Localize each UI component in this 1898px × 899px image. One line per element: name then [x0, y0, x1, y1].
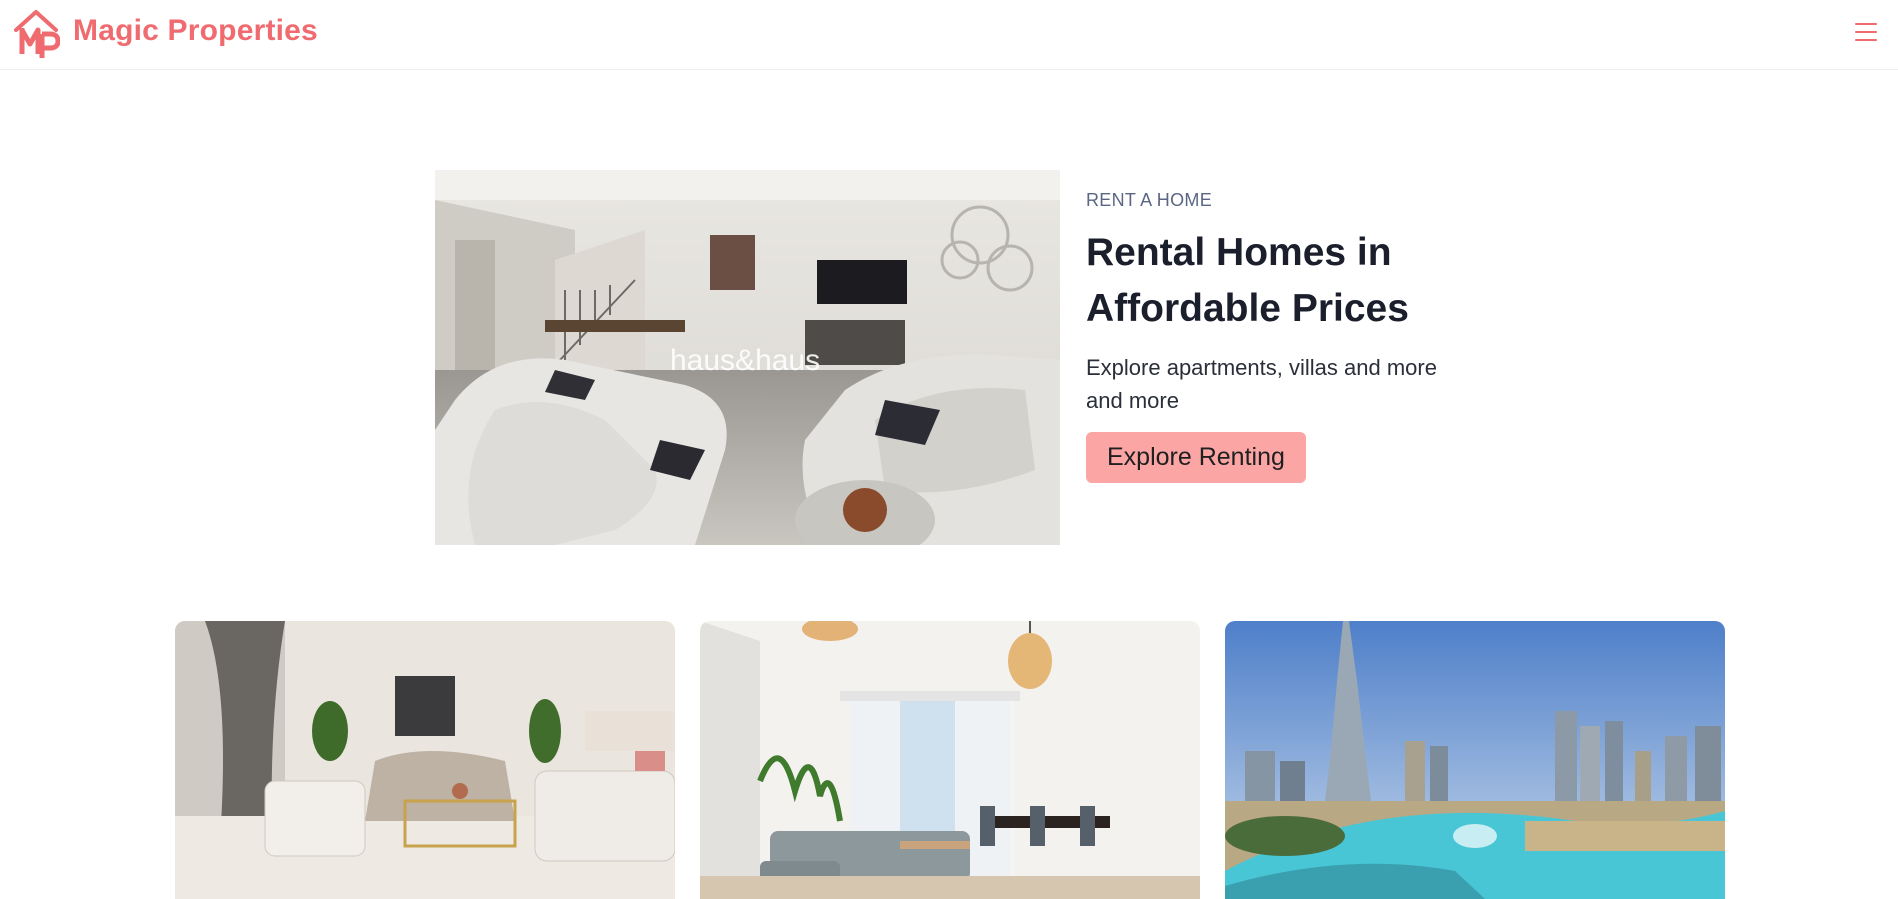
hamburger-menu-icon[interactable]: [1852, 20, 1880, 44]
living-room-beige-sofas-photo: [175, 621, 675, 899]
hero-watermark: haus&haus: [670, 344, 820, 377]
bright-living-dining-room-photo: [700, 621, 1200, 899]
property-card-3[interactable]: [1225, 621, 1725, 899]
house-mp-logo-icon[interactable]: [12, 8, 60, 60]
hero-eyebrow: RENT A HOME: [1086, 190, 1212, 210]
property-card-1[interactable]: [175, 621, 675, 899]
explore-renting-button[interactable]: Explore Renting: [1086, 432, 1306, 483]
hero-text-block: RENT A HOME Rental Homes in Affordable P…: [1086, 190, 1486, 483]
property-card-2[interactable]: [700, 621, 1200, 899]
hero-title: Rental Homes in Affordable Prices: [1086, 231, 1409, 330]
hero-image: haus&haus: [435, 170, 1060, 545]
top-navbar: Magic Properties: [0, 0, 1898, 70]
dubai-skyline-fountain-photo: [1225, 621, 1725, 899]
brand-name[interactable]: Magic Properties: [73, 14, 318, 48]
hero-subtitle: Explore apartments, villas and more and …: [1086, 355, 1437, 413]
